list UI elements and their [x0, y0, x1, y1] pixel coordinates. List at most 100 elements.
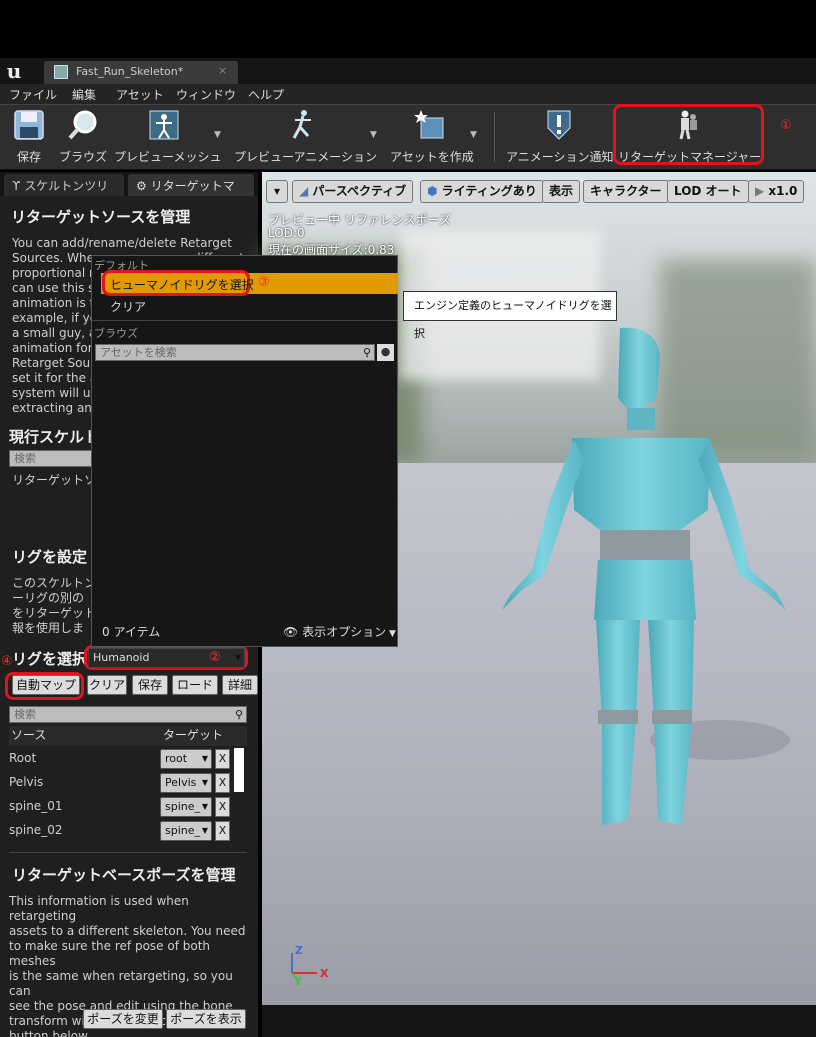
- floppy-disk-icon: [14, 110, 44, 140]
- tab-skeleton-tree[interactable]: ϒ スケルトンツリ: [4, 174, 124, 196]
- document-tab-title: Fast_Run_Skeleton*: [76, 65, 184, 78]
- dropdown-clear-item[interactable]: クリア: [110, 298, 146, 315]
- perspective-label: パースペクティブ: [312, 184, 407, 198]
- menu-file[interactable]: ファイル: [9, 86, 57, 103]
- create-asset-button[interactable]: アセットを作成: [390, 108, 474, 166]
- base-pose-line: is the same when retargeting, so you can: [9, 969, 233, 998]
- browse-button[interactable]: ブラウズ: [58, 108, 108, 166]
- select-humanoid-rig-item[interactable]: ヒューマノイドリグを選択: [110, 276, 254, 293]
- perspective-icon: ◢: [299, 184, 313, 198]
- dropdown-item-count: 0 アイテム: [102, 625, 161, 639]
- search-icon: ⚲: [234, 708, 243, 721]
- advanced-rig-button[interactable]: 詳細: [222, 675, 258, 695]
- anim-notify-label: アニメーション通知: [506, 150, 614, 164]
- playback-speed-label: x1.0: [768, 184, 798, 198]
- preview-mesh-label: プレビューメッシュ: [114, 150, 222, 164]
- clear-mapping-pelvis-button[interactable]: X: [215, 773, 230, 793]
- base-pose-line: assets to a different skeleton. You need: [9, 924, 246, 938]
- rig-setup-line: をリターゲット: [12, 606, 97, 620]
- clear-rig-button[interactable]: クリア: [87, 675, 127, 695]
- select-rig-tooltip: エンジン定義のヒューマノイドリグを選択: [403, 291, 617, 340]
- preview-mesh-dropdown-icon[interactable]: ▼: [214, 130, 221, 140]
- mapping-source-pelvis: Pelvis: [9, 775, 44, 789]
- preview-animation-button[interactable]: プレビューアニメーション: [234, 108, 377, 166]
- viewport-options-button[interactable]: ▾: [266, 180, 288, 203]
- annotation-marker-3: ③: [258, 275, 270, 290]
- search-icon: ⚲: [362, 346, 371, 359]
- annotation-marker-4: ④: [1, 654, 13, 669]
- skeleton-tree-icon: ϒ: [12, 179, 25, 193]
- retarget-sources-line: You can add/rename/delete Retarget: [12, 236, 232, 250]
- save-rig-button[interactable]: 保存: [132, 675, 168, 695]
- current-skeleton-search-input[interactable]: 検索: [9, 450, 95, 467]
- lod-status-text: LOD:0: [268, 226, 305, 240]
- mapping-target-root[interactable]: root: [160, 749, 212, 769]
- retarget-sources-title: リターゲットソースを管理: [11, 208, 191, 226]
- menu-help[interactable]: ヘルプ: [248, 86, 284, 103]
- create-asset-label: アセットを作成: [390, 150, 474, 164]
- skeletal-mesh-icon: [149, 110, 179, 140]
- clear-mapping-spine01-button[interactable]: X: [215, 797, 230, 817]
- tab-retarget-manager[interactable]: ⚙ リターゲットマ: [128, 174, 254, 196]
- play-triangle-icon: ▶: [755, 184, 769, 198]
- mapping-target-spine01[interactable]: spine_: [160, 797, 212, 817]
- mapping-target-spine02[interactable]: spine_: [160, 821, 212, 841]
- close-tab-icon[interactable]: ×: [218, 64, 227, 77]
- rig-mapping-search-input[interactable]: 検索 ⚲: [9, 706, 247, 723]
- menu-asset[interactable]: アセット: [116, 86, 164, 103]
- mannequin-model[interactable]: [470, 320, 810, 840]
- axis-z-label: Z: [295, 944, 303, 957]
- playback-speed-button[interactable]: ▶ x1.0: [748, 180, 805, 203]
- retarget-figures-icon: [679, 110, 697, 140]
- load-rig-button[interactable]: ロード: [172, 675, 218, 695]
- view-pose-button[interactable]: ポーズを表示: [166, 1009, 246, 1029]
- unreal-logo-icon[interactable]: u: [2, 60, 26, 82]
- character-button[interactable]: キャラクター: [583, 180, 669, 203]
- create-asset-dropdown-icon[interactable]: ▼: [470, 130, 477, 140]
- rig-setup-line: 報を使用しま: [12, 621, 85, 635]
- mapping-scrollbar[interactable]: [234, 748, 244, 792]
- user-filter-icon[interactable]: ●: [377, 344, 394, 361]
- perspective-button[interactable]: ◢ パースペクティブ: [292, 180, 414, 203]
- mapping-source-root: Root: [9, 751, 37, 765]
- rig-setup-description: このスケルトン ーリグの別の をリターゲット 報を使用しま: [12, 576, 96, 636]
- running-figure-icon: [292, 110, 311, 139]
- menu-window[interactable]: ウィンドウ: [176, 86, 236, 103]
- create-asset-star-icon: [414, 110, 444, 139]
- show-button[interactable]: 表示: [542, 180, 581, 203]
- preview-mesh-button[interactable]: プレビューメッシュ: [114, 108, 222, 166]
- rig-setup-line: ーリグの別の: [12, 591, 85, 605]
- base-pose-line: This information is used when retargetin…: [9, 894, 189, 923]
- lod-auto-button[interactable]: LOD オート: [667, 180, 749, 203]
- base-pose-title: リターゲットベースポーズを管理: [12, 866, 236, 884]
- column-source: ソース: [11, 728, 47, 742]
- view-options-label: 表示オプション: [302, 625, 387, 639]
- lit-mode-label: ライティングあり: [441, 184, 537, 198]
- rig-select-combo[interactable]: Humanoid ②: [88, 648, 245, 668]
- tab-skeleton-tree-label: スケルトンツリ: [24, 179, 109, 193]
- gear-icon: ⚙: [136, 179, 151, 193]
- browse-label: ブラウズ: [58, 150, 107, 164]
- auto-map-button[interactable]: 自動マップ: [12, 675, 80, 695]
- clear-mapping-spine02-button[interactable]: X: [215, 821, 230, 841]
- retarget-manager-button[interactable]: リターゲットマネージャー: [618, 108, 761, 166]
- menu-edit[interactable]: 編集: [72, 86, 96, 103]
- mapping-source-spine02: spine_02: [9, 823, 63, 837]
- mapping-source-spine01: spine_01: [9, 799, 63, 813]
- column-target: ターゲット: [163, 728, 224, 742]
- clear-mapping-root-button[interactable]: X: [215, 749, 230, 769]
- lit-mode-button[interactable]: ⬢ ライティングあり: [420, 180, 544, 203]
- annotation-marker-1: ①: [780, 118, 792, 133]
- anim-notify-button[interactable]: アニメーション通知: [506, 108, 614, 166]
- lit-sphere-icon: ⬢: [427, 184, 442, 198]
- mapping-target-pelvis[interactable]: Pelvis: [160, 773, 212, 793]
- dropdown-divider: [92, 320, 397, 321]
- change-pose-button[interactable]: ポーズを変更: [83, 1009, 163, 1029]
- axis-y-label: Y: [294, 975, 302, 988]
- preview-animation-dropdown-icon[interactable]: ▼: [370, 130, 377, 140]
- rig-setup-title: リグを設定: [12, 548, 88, 566]
- save-button[interactable]: 保存: [8, 108, 50, 166]
- view-options-button[interactable]: 👁 表示オプション ▼: [283, 623, 396, 640]
- asset-search-input[interactable]: アセットを検索 ⚲: [95, 344, 375, 361]
- viewport-bottom-bar: [262, 1005, 816, 1037]
